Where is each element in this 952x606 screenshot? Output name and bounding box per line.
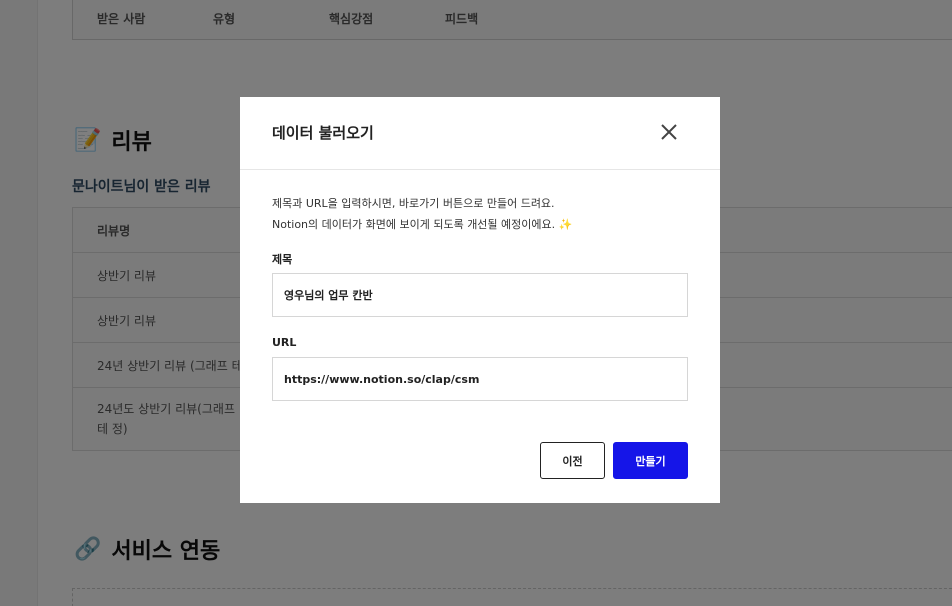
title-input[interactable] — [272, 273, 688, 317]
url-input[interactable] — [272, 357, 688, 401]
previous-button[interactable]: 이전 — [540, 442, 605, 479]
modal-description: 제목과 URL을 입력하시면, 바로가기 버튼으로 만들어 드려요. Notio… — [272, 193, 572, 235]
modal-title: 데이터 불러오기 — [272, 124, 374, 142]
create-button[interactable]: 만들기 — [613, 442, 688, 479]
description-line: 제목과 URL을 입력하시면, 바로가기 버튼으로 만들어 드려요. — [272, 197, 555, 210]
import-data-modal: 데이터 불러오기 제목과 URL을 입력하시면, 바로가기 버튼으로 만들어 드… — [240, 97, 720, 503]
modal-header: 데이터 불러오기 — [240, 97, 720, 170]
description-line: Notion의 데이터가 화면에 보이게 되도록 개선될 예정이에요. ✨ — [272, 218, 573, 231]
title-label: 제목 — [272, 253, 293, 266]
close-button[interactable] — [656, 119, 682, 145]
url-label: URL — [272, 336, 297, 349]
close-icon — [661, 124, 677, 140]
